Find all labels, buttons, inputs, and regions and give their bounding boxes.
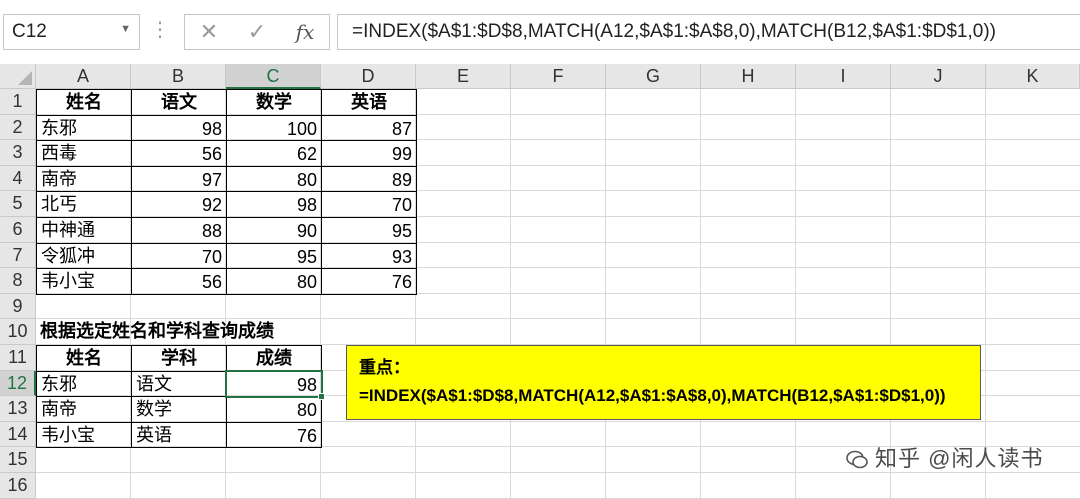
drag-handle-icon[interactable]: ⋮ <box>150 16 170 46</box>
query-table-header[interactable]: 成绩 <box>226 345 322 372</box>
table-cell[interactable]: 56 <box>131 140 227 167</box>
row-header-2[interactable]: 2 <box>0 114 36 141</box>
table-cell[interactable]: 98 <box>226 191 322 218</box>
query-table-header[interactable]: 姓名 <box>36 345 132 372</box>
query-table-cell[interactable]: 英语 <box>131 421 227 449</box>
cancel-icon[interactable]: ✕ <box>189 15 229 49</box>
enter-icon[interactable]: ✓ <box>237 15 277 49</box>
gridline-vertical <box>985 89 986 499</box>
gridline-horizontal <box>36 472 1080 473</box>
row-header-3[interactable]: 3 <box>0 140 36 166</box>
table-cell[interactable]: 88 <box>131 217 227 244</box>
query-table-cell[interactable]: 语文 <box>131 370 227 398</box>
row-header-13[interactable]: 13 <box>0 396 36 422</box>
table-cell[interactable]: 92 <box>131 191 227 218</box>
column-header-g[interactable]: G <box>606 64 701 89</box>
table-cell[interactable]: 87 <box>321 114 417 142</box>
table-cell[interactable]: 80 <box>226 165 322 193</box>
key-point-note: 重点： =INDEX($A$1:$D$8,MATCH(A12,$A$1:$A$8… <box>346 345 981 420</box>
fill-handle[interactable] <box>318 393 325 401</box>
table-cell[interactable]: 90 <box>226 217 322 244</box>
query-table-cell[interactable]: 韦小宝 <box>36 421 132 449</box>
watermark: 知乎 @闲人读书 <box>845 441 1065 471</box>
column-header-a[interactable]: A <box>36 64 131 89</box>
table-cell[interactable]: 62 <box>226 140 322 167</box>
table-cell[interactable]: 70 <box>321 191 417 218</box>
table-cell[interactable]: 97 <box>131 165 227 193</box>
table-cell[interactable]: 令狐冲 <box>36 242 132 270</box>
query-table-cell[interactable]: 80 <box>226 396 322 423</box>
table-header[interactable]: 语文 <box>131 89 227 116</box>
table-cell[interactable]: 99 <box>321 140 417 167</box>
column-header-e[interactable]: E <box>416 64 511 89</box>
query-table-cell[interactable]: 76 <box>226 421 322 449</box>
table-cell[interactable]: 东邪 <box>36 114 132 142</box>
row-header-9[interactable]: 9 <box>0 293 36 320</box>
gridline-vertical <box>510 89 511 499</box>
formula-input[interactable]: =INDEX($A$1:$D$8,MATCH(A12,$A$1:$A$8,0),… <box>337 14 1080 50</box>
query-table-cell[interactable]: 南帝 <box>36 396 132 423</box>
row-header-16[interactable]: 16 <box>0 473 36 499</box>
insert-function-icon[interactable]: fx <box>285 15 325 49</box>
table-cell[interactable]: 56 <box>131 268 227 295</box>
name-box-value: C12 <box>12 21 47 42</box>
row-header-1[interactable]: 1 <box>0 89 36 115</box>
column-header-d[interactable]: D <box>321 64 416 89</box>
row-header-6[interactable]: 6 <box>0 217 36 243</box>
table-cell[interactable]: 95 <box>226 242 322 270</box>
table-cell[interactable]: 76 <box>321 268 417 295</box>
table-cell[interactable]: 西毒 <box>36 140 132 167</box>
table-cell[interactable]: 93 <box>321 242 417 270</box>
column-header-f[interactable]: F <box>511 64 606 89</box>
selected-cell-border <box>225 369 323 399</box>
table-header[interactable]: 英语 <box>321 89 417 116</box>
row-header-12[interactable]: 12 <box>0 370 36 397</box>
table-cell[interactable]: 韦小宝 <box>36 268 132 295</box>
column-header-c[interactable]: C <box>226 64 321 89</box>
chevron-down-icon[interactable]: ▼ <box>120 23 131 35</box>
column-header-k[interactable]: K <box>986 64 1080 89</box>
row-header-8[interactable]: 8 <box>0 268 36 294</box>
gridline-vertical <box>700 89 701 499</box>
table-cell[interactable]: 100 <box>226 114 322 142</box>
table-cell[interactable]: 南帝 <box>36 165 132 193</box>
table-cell[interactable]: 70 <box>131 242 227 270</box>
row-header-7[interactable]: 7 <box>0 242 36 269</box>
table-cell[interactable]: 80 <box>226 268 322 295</box>
table-cell[interactable]: 98 <box>131 114 227 142</box>
query-table-header[interactable]: 学科 <box>131 345 227 372</box>
column-header-h[interactable]: H <box>701 64 796 89</box>
gridline-vertical <box>605 89 606 499</box>
row-header-10[interactable]: 10 <box>0 319 36 345</box>
chat-bubble-icon <box>846 450 868 469</box>
note-title: 重点： <box>359 358 410 378</box>
column-header-b[interactable]: B <box>131 64 226 89</box>
gridline-vertical <box>795 89 796 499</box>
select-all-corner[interactable] <box>0 64 36 89</box>
column-header-j[interactable]: J <box>891 64 986 89</box>
spreadsheet-grid[interactable]: ABCDEFGHIJK 1 2 3 4 5 6 7 8 9 10 11 12 13 14 15 16 姓名 语文… <box>0 64 1080 499</box>
row-header-11[interactable]: 11 <box>0 345 36 371</box>
table-cell[interactable]: 中神通 <box>36 217 132 244</box>
gridline-vertical <box>890 89 891 499</box>
watermark-text: 知乎 @闲人读书 <box>875 446 1044 471</box>
gridline-horizontal <box>36 497 1080 499</box>
row-header-5[interactable]: 5 <box>0 191 36 217</box>
row-header-15[interactable]: 15 <box>0 447 36 473</box>
query-title: 根据选定姓名和学科查询成绩 <box>40 321 274 343</box>
table-cell[interactable]: 北丐 <box>36 191 132 218</box>
name-box[interactable]: C12 ▼ <box>3 14 140 50</box>
table-header[interactable]: 姓名 <box>36 89 132 116</box>
table-cell[interactable]: 95 <box>321 217 417 244</box>
table-cell[interactable]: 89 <box>321 165 417 193</box>
table-header[interactable]: 数学 <box>226 89 322 116</box>
row-header-14[interactable]: 14 <box>0 421 36 448</box>
query-table-cell[interactable]: 数学 <box>131 396 227 423</box>
column-header-i[interactable]: I <box>796 64 891 89</box>
query-table-cell[interactable]: 东邪 <box>36 370 132 398</box>
row-header-4[interactable]: 4 <box>0 165 36 192</box>
formula-buttons: ✕ ✓ fx <box>184 14 330 50</box>
note-formula: =INDEX($A$1:$D$8,MATCH(A12,$A$1:$A$8,0),… <box>359 386 946 405</box>
